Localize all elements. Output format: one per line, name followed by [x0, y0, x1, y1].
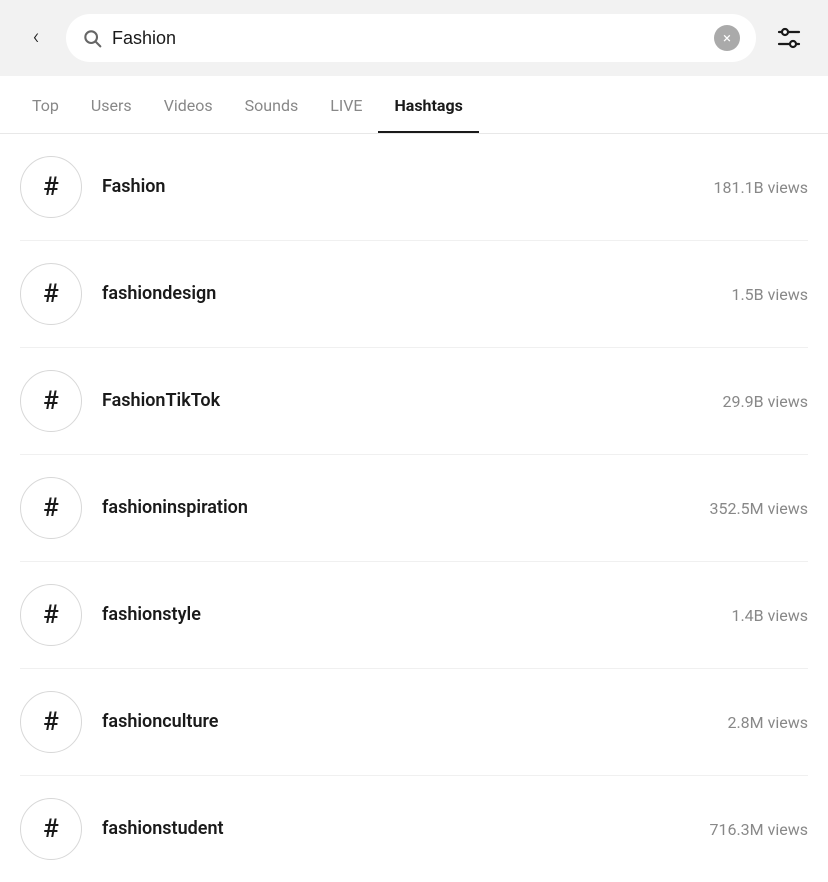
- filter-button[interactable]: [768, 17, 810, 59]
- hashtag-name: fashionstudent: [102, 817, 689, 840]
- hashtag-avatar: #: [20, 798, 82, 860]
- list-item[interactable]: # FashionTikTok 29.9B views: [20, 348, 808, 455]
- hashtag-name: fashioninspiration: [102, 496, 689, 519]
- hashtag-info: FashionTikTok: [102, 389, 702, 412]
- tabs-bar: Top Users Videos Sounds LIVE Hashtags: [0, 76, 828, 134]
- hashtag-icon: #: [43, 816, 59, 842]
- hashtag-views: 1.5B views: [731, 285, 808, 304]
- hashtag-views: 2.8M views: [727, 713, 808, 732]
- hashtag-info: fashionculture: [102, 710, 707, 733]
- hashtag-avatar: #: [20, 477, 82, 539]
- hashtag-icon: #: [43, 281, 59, 307]
- hashtag-info: fashioninspiration: [102, 496, 689, 519]
- clear-button[interactable]: ×: [714, 25, 740, 51]
- list-item[interactable]: # fashionstyle 1.4B views: [20, 562, 808, 669]
- hashtag-icon: #: [43, 388, 59, 414]
- hashtag-avatar: #: [20, 263, 82, 325]
- header: ‹ ×: [0, 0, 828, 76]
- list-item[interactable]: # fashionculture 2.8M views: [20, 669, 808, 776]
- hashtag-views: 1.4B views: [731, 606, 808, 625]
- search-input[interactable]: [112, 28, 704, 49]
- hashtag-icon: #: [43, 174, 59, 200]
- list-item[interactable]: # Fashion 181.1B views: [20, 134, 808, 241]
- hashtag-views: 181.1B views: [713, 178, 808, 197]
- hashtag-name: fashionstyle: [102, 603, 711, 626]
- hashtag-icon: #: [43, 602, 59, 628]
- tab-videos[interactable]: Videos: [148, 76, 229, 134]
- hashtag-name: fashionculture: [102, 710, 707, 733]
- hashtag-icon: #: [43, 495, 59, 521]
- clear-icon: ×: [723, 31, 731, 46]
- hashtag-views: 716.3M views: [709, 820, 808, 839]
- hashtag-name: Fashion: [102, 175, 693, 198]
- hashtag-info: fashionstudent: [102, 817, 689, 840]
- tab-top[interactable]: Top: [16, 76, 75, 134]
- tab-live[interactable]: LIVE: [314, 76, 378, 134]
- hashtag-name: FashionTikTok: [102, 389, 702, 412]
- back-icon: ‹: [33, 27, 40, 49]
- back-button[interactable]: ‹: [18, 20, 54, 56]
- hashtag-name: fashiondesign: [102, 282, 711, 305]
- hashtag-views: 352.5M views: [709, 499, 808, 518]
- hashtag-avatar: #: [20, 156, 82, 218]
- hashtag-list: # Fashion 181.1B views # fashiondesign 1…: [0, 134, 828, 882]
- tab-users[interactable]: Users: [75, 76, 148, 134]
- hashtag-info: fashiondesign: [102, 282, 711, 305]
- hashtag-info: fashionstyle: [102, 603, 711, 626]
- list-item[interactable]: # fashioninspiration 352.5M views: [20, 455, 808, 562]
- hashtag-icon: #: [43, 709, 59, 735]
- hashtag-views: 29.9B views: [722, 392, 808, 411]
- tab-sounds[interactable]: Sounds: [229, 76, 315, 134]
- tab-hashtags[interactable]: Hashtags: [378, 76, 478, 134]
- search-bar: ×: [66, 14, 756, 62]
- search-icon: [82, 28, 102, 48]
- hashtag-avatar: #: [20, 370, 82, 432]
- list-item[interactable]: # fashiondesign 1.5B views: [20, 241, 808, 348]
- hashtag-info: Fashion: [102, 175, 693, 198]
- hashtag-avatar: #: [20, 584, 82, 646]
- hashtag-avatar: #: [20, 691, 82, 753]
- list-item[interactable]: # fashionstudent 716.3M views: [20, 776, 808, 882]
